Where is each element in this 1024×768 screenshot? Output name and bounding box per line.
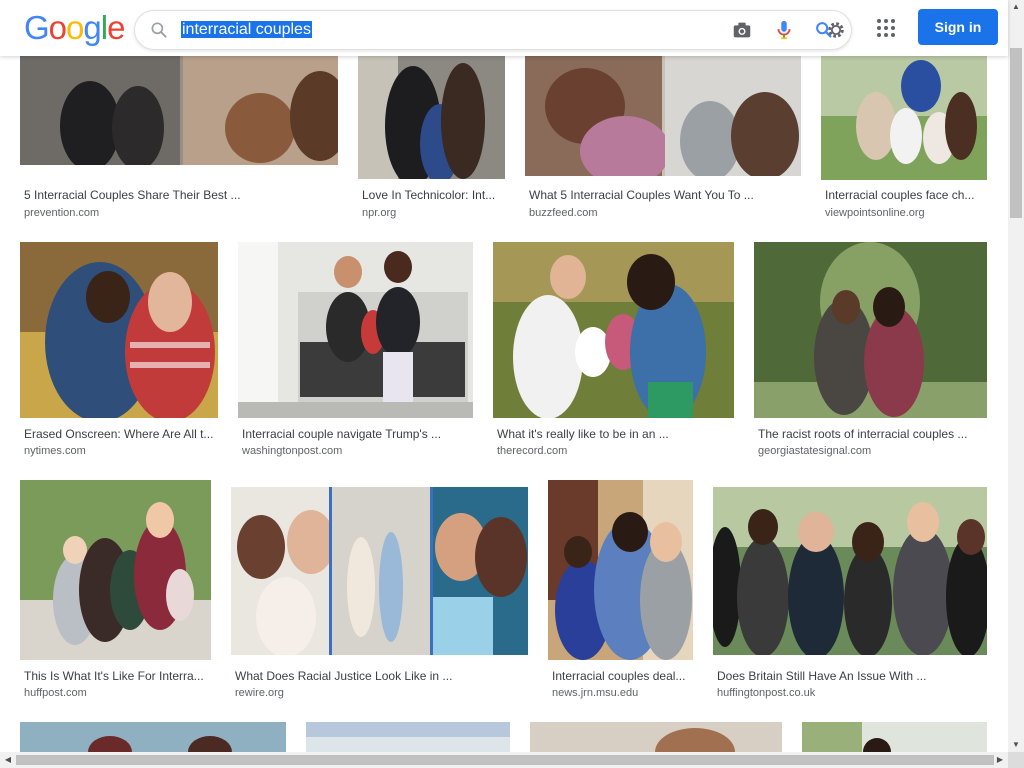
result-thumbnail[interactable] bbox=[20, 56, 338, 165]
logo-letter: g bbox=[83, 9, 101, 46]
result-thumbnail[interactable] bbox=[525, 56, 801, 176]
result-domain: huffpost.com bbox=[24, 687, 87, 699]
result-thumbnail[interactable] bbox=[20, 722, 286, 752]
result-thumbnail[interactable] bbox=[821, 56, 987, 180]
result-domain: nytimes.com bbox=[24, 445, 86, 457]
result-thumbnail[interactable] bbox=[231, 487, 528, 655]
result-thumbnail[interactable] bbox=[802, 722, 987, 752]
scroll-left-icon[interactable]: ◀ bbox=[0, 755, 16, 764]
scroll-up-icon[interactable]: ▲ bbox=[1008, 2, 1024, 11]
result-title[interactable]: 5 Interracial Couples Share Their Best .… bbox=[24, 187, 324, 203]
google-logo[interactable]: Google bbox=[24, 9, 125, 47]
result-domain: rewire.org bbox=[235, 687, 284, 699]
top-bar: Google interracial couples Sign in bbox=[0, 0, 1008, 56]
result-domain: news.jrn.msu.edu bbox=[552, 687, 639, 699]
search-icon[interactable] bbox=[149, 20, 169, 40]
logo-letter: e bbox=[107, 9, 125, 46]
apps-grid-icon[interactable] bbox=[876, 18, 896, 38]
result-domain: therecord.com bbox=[497, 445, 568, 457]
result-domain: npr.org bbox=[362, 207, 397, 219]
logo-letter: o bbox=[66, 9, 84, 46]
search-box[interactable]: interracial couples bbox=[134, 10, 852, 50]
vertical-scrollbar[interactable]: ▲ ▼ bbox=[1008, 0, 1024, 752]
result-domain: prevention.com bbox=[24, 207, 100, 219]
result-title[interactable]: The racist roots of interracial couples … bbox=[758, 426, 983, 442]
result-domain: washingtonpost.com bbox=[242, 445, 343, 457]
result-title[interactable]: What it's really like to be in an ... bbox=[497, 426, 727, 442]
horizontal-scrollbar[interactable]: ◀ ▶ bbox=[0, 752, 1008, 768]
search-query-text: interracial couples bbox=[181, 21, 312, 38]
scroll-right-icon[interactable]: ▶ bbox=[992, 755, 1008, 764]
result-thumbnail[interactable] bbox=[20, 480, 211, 660]
result-title[interactable]: Does Britain Still Have An Issue With ..… bbox=[717, 668, 977, 684]
scroll-down-icon[interactable]: ▼ bbox=[1008, 740, 1024, 749]
result-thumbnail[interactable] bbox=[238, 242, 473, 418]
result-title[interactable]: What Does Racial Justice Look Like in ..… bbox=[235, 668, 525, 684]
result-thumbnail[interactable] bbox=[530, 722, 782, 752]
result-title[interactable]: What 5 Interracial Couples Want You To .… bbox=[529, 187, 789, 203]
result-title[interactable]: Erased Onscreen: Where Are All t... bbox=[24, 426, 214, 442]
result-thumbnail[interactable] bbox=[713, 487, 987, 655]
result-title[interactable]: This Is What It's Like For Interra... bbox=[24, 668, 208, 684]
result-domain: georgiastatesignal.com bbox=[758, 445, 872, 457]
microphone-icon[interactable] bbox=[773, 19, 795, 41]
result-thumbnail[interactable] bbox=[493, 242, 734, 418]
result-thumbnail[interactable] bbox=[754, 242, 987, 418]
result-thumbnail[interactable] bbox=[20, 242, 218, 418]
result-thumbnail[interactable] bbox=[358, 56, 505, 179]
search-input[interactable]: interracial couples bbox=[181, 19, 701, 41]
result-title[interactable]: Love In Technicolor: Int... bbox=[362, 187, 502, 203]
camera-icon[interactable] bbox=[731, 19, 753, 41]
result-title[interactable]: Interracial couples face ch... bbox=[825, 187, 985, 203]
result-thumbnail[interactable] bbox=[548, 480, 693, 660]
horizontal-scroll-thumb[interactable] bbox=[16, 755, 994, 765]
result-domain: buzzfeed.com bbox=[529, 207, 598, 219]
result-domain: huffingtonpost.co.uk bbox=[717, 687, 816, 699]
result-title[interactable]: Interracial couple navigate Trump's ... bbox=[242, 426, 462, 442]
result-thumbnail[interactable] bbox=[306, 722, 510, 752]
result-title[interactable]: Interracial couples deal... bbox=[552, 668, 692, 684]
logo-letter: G bbox=[24, 9, 50, 46]
settings-icon[interactable] bbox=[825, 19, 847, 41]
sign-in-button[interactable]: Sign in bbox=[918, 9, 998, 45]
vertical-scroll-thumb[interactable] bbox=[1010, 48, 1022, 218]
logo-letter: o bbox=[48, 9, 67, 46]
scrollbar-corner bbox=[1008, 752, 1024, 768]
result-domain: viewpointsonline.org bbox=[825, 207, 925, 219]
